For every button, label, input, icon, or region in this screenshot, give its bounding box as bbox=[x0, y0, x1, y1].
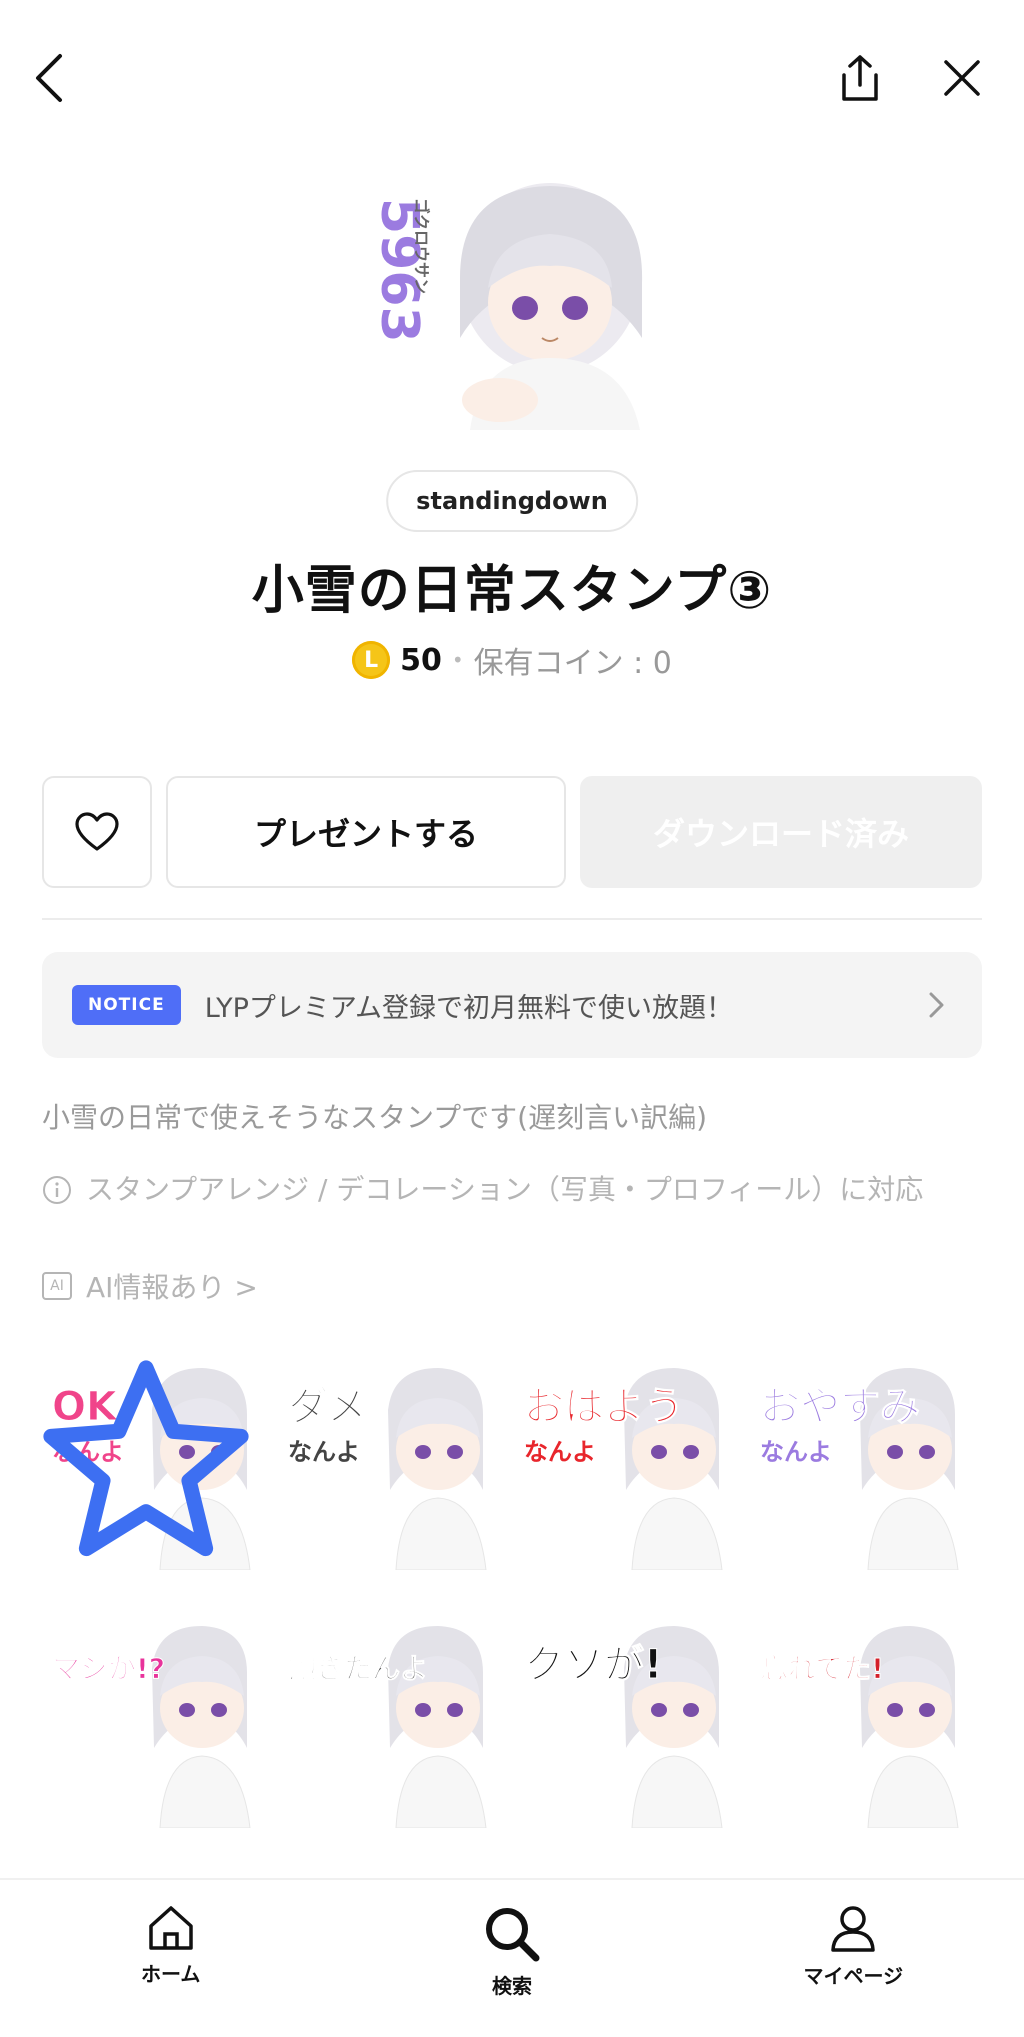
close-icon bbox=[944, 60, 980, 96]
home-icon bbox=[148, 1906, 193, 1950]
sticker-caption: 忘れてた! bbox=[760, 1652, 884, 1685]
sticker-caption: おはよう bbox=[524, 1384, 684, 1430]
tab-mypage-label: マイページ bbox=[803, 1964, 904, 1988]
notice-badge: NOTICE bbox=[72, 985, 181, 1025]
back-icon bbox=[36, 54, 62, 102]
ai-info-text: AI情報あり > bbox=[86, 1271, 258, 1304]
line-coin-icon: L bbox=[352, 641, 391, 679]
search-icon bbox=[485, 1908, 540, 1962]
notice-text: LYPプレミアム登録で初月無料で使い放題！ bbox=[204, 992, 734, 1024]
top-bar bbox=[0, 0, 1024, 160]
sticker-caption: おやすみ bbox=[760, 1384, 920, 1430]
price-row: L 50 • 保有コイン : 0 bbox=[0, 638, 1024, 682]
chevron-right-icon bbox=[922, 990, 952, 1020]
tab-search[interactable]: 検索 bbox=[341, 1880, 682, 2037]
ai-info-link[interactable]: AI AI情報あり > bbox=[42, 1266, 258, 1306]
profile-icon bbox=[831, 1906, 876, 1952]
page-title: 小雪の日常スタンプ③ bbox=[251, 561, 773, 621]
tab-mypage[interactable]: マイページ bbox=[683, 1880, 1024, 2037]
sticker-item[interactable]: OK なんよ bbox=[42, 1340, 270, 1571]
heart-icon bbox=[75, 812, 119, 851]
info-icon bbox=[43, 1176, 71, 1204]
feature-note: スタンプアレンジ / デコレーション（写真・プロフィール）に対応 bbox=[42, 1172, 982, 1208]
action-buttons: プレゼントする ダウンロード済み bbox=[42, 776, 982, 888]
star-icon bbox=[43, 1360, 249, 1557]
divider bbox=[42, 918, 982, 920]
download-button[interactable]: ダウンロード済み bbox=[580, 776, 982, 888]
main-sticker-image: 5963 ゴクロウサン bbox=[360, 168, 670, 430]
owned-coins: 保有コイン : 0 bbox=[473, 646, 672, 681]
sticker-caption-sub: なんよ bbox=[760, 1438, 832, 1466]
tab-home[interactable]: ホーム bbox=[0, 1880, 341, 2037]
share-button[interactable] bbox=[828, 46, 892, 110]
hero-badge-sub: ゴクロウサン bbox=[412, 198, 431, 294]
back-button[interactable] bbox=[18, 46, 82, 110]
tab-search-label: 検索 bbox=[491, 1974, 532, 1998]
sticker-item[interactable]: マジか!? bbox=[42, 1598, 270, 1829]
price-separator: • bbox=[451, 648, 464, 672]
feature-note-text: スタンプアレンジ / デコレーション（写真・プロフィール）に対応 bbox=[86, 1173, 924, 1206]
sticker-item[interactable]: クソが! bbox=[514, 1598, 742, 1829]
author-tag[interactable]: standingdown bbox=[386, 470, 638, 532]
sticker-caption: クソが! bbox=[524, 1642, 662, 1688]
sticker-caption-sub: なんよ bbox=[288, 1438, 360, 1466]
sticker-caption: ダメ bbox=[288, 1384, 367, 1430]
sticker-description: 小雪の日常で使えそうなスタンプです(遅刻言い訳編) bbox=[42, 1101, 708, 1134]
sticker-item[interactable]: 忘れてた! bbox=[750, 1598, 978, 1829]
bottom-tab-bar: ホーム 検索 マイページ bbox=[0, 1878, 1024, 2037]
sticker-caption: マジか!? bbox=[52, 1652, 165, 1685]
sticker-item[interactable]: ダメ なんよ bbox=[278, 1340, 506, 1571]
price-value: 50 bbox=[400, 642, 442, 678]
sticker-item[interactable]: おはよう なんよ bbox=[514, 1340, 742, 1571]
sticker-item[interactable]: おやすみ なんよ bbox=[750, 1340, 978, 1571]
close-button[interactable] bbox=[930, 46, 994, 110]
share-icon bbox=[842, 55, 878, 101]
tab-home-label: ホーム bbox=[140, 1962, 201, 1986]
ai-icon: AI bbox=[42, 1272, 72, 1300]
sticker-caption: 飽きたんよ bbox=[288, 1652, 428, 1685]
present-button[interactable]: プレゼントする bbox=[166, 776, 566, 888]
sticker-caption-sub: なんよ bbox=[524, 1438, 596, 1466]
sticker-item[interactable]: 飽きたんよ bbox=[278, 1598, 506, 1829]
notice-banner[interactable]: NOTICE LYPプレミアム登録で初月無料で使い放題！ bbox=[42, 952, 982, 1058]
sticker-grid: OK なんよ ダメ なんよ おはよう なんよ おやすみ なんよ マジか!? 飽きたんよ クソが! 忘れ… bbox=[42, 1340, 982, 1829]
favorite-button[interactable] bbox=[42, 776, 152, 888]
